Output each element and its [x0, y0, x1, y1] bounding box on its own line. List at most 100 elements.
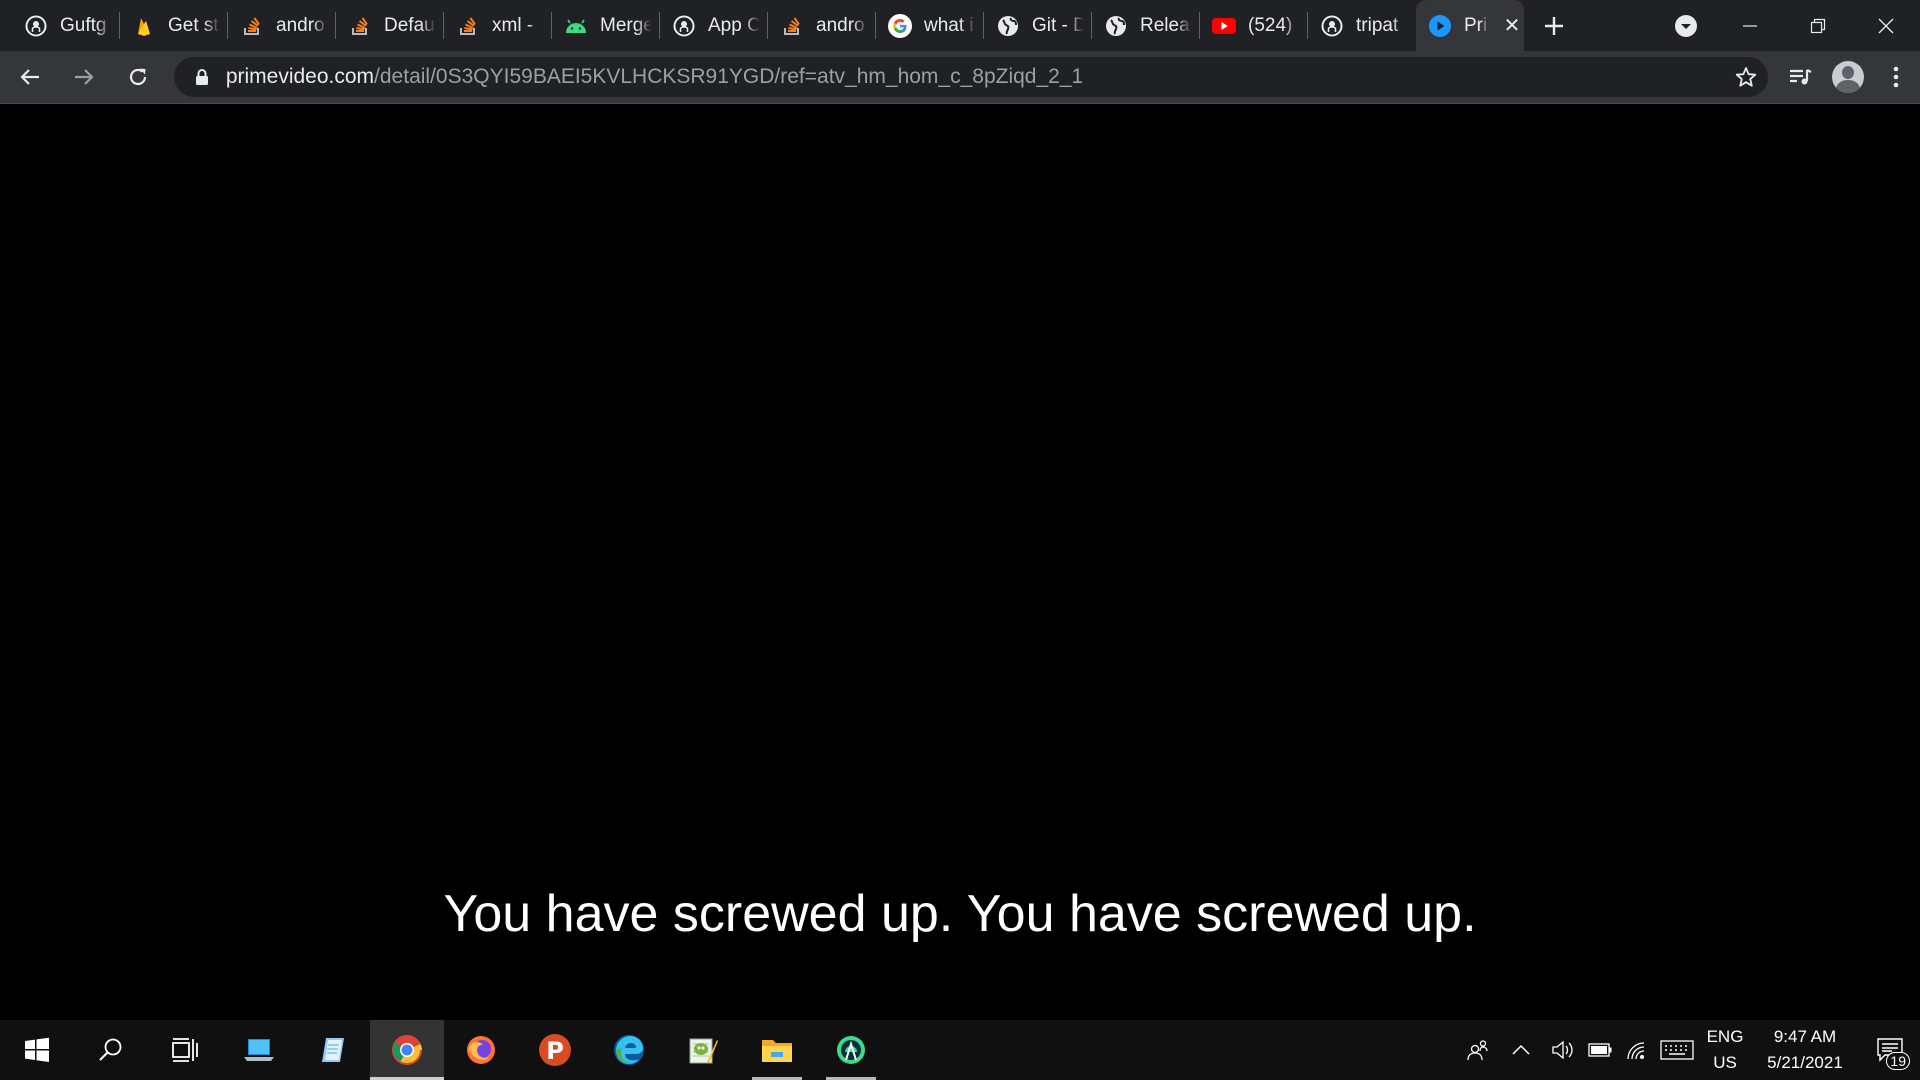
android-icon [564, 14, 588, 38]
url-path: /detail/0S3QYI59BAEI5KVLHCKSR91YGD/ref=a… [374, 65, 1084, 88]
toolbar-actions [1776, 53, 1920, 101]
tab-active[interactable]: Pri ✕ [1416, 0, 1524, 51]
tab[interactable]: xml - [444, 0, 552, 51]
people-button[interactable] [1460, 1020, 1496, 1080]
notepadpp-app[interactable] [666, 1020, 740, 1080]
firebase-icon [132, 14, 156, 38]
arrow-right-icon [74, 69, 94, 85]
reload-icon [129, 68, 146, 86]
tab[interactable]: (524) [1200, 0, 1308, 51]
bookmark-star-icon[interactable] [1724, 66, 1768, 88]
android-studio-app[interactable] [814, 1020, 888, 1080]
tab-title: Defau [384, 14, 435, 36]
forward-button[interactable] [60, 53, 108, 101]
tab[interactable]: Merge [552, 0, 660, 51]
firefox-icon [467, 1036, 495, 1064]
this-pc-app[interactable] [222, 1020, 296, 1080]
browser-toolbar: primevideo.com/detail/0S3QYI59BAEI5KVLHC… [0, 51, 1920, 104]
battery-icon [1588, 1043, 1612, 1057]
task-view-button[interactable] [148, 1020, 222, 1080]
tab-title: Merge [600, 14, 652, 36]
media-control-button[interactable] [1776, 53, 1824, 101]
start-button[interactable] [0, 1020, 74, 1080]
minimize-button[interactable] [1716, 0, 1784, 51]
show-hidden-icons-button[interactable] [1496, 1020, 1546, 1080]
primevideo-icon [1428, 14, 1452, 38]
tab-title: Guftg [60, 14, 107, 36]
github-icon [24, 14, 48, 38]
restore-icon [1810, 18, 1826, 33]
google-icon [888, 13, 912, 38]
laptop-icon [244, 1039, 274, 1061]
input-language[interactable]: ENG US [1700, 1024, 1750, 1076]
stackoverflow-icon [780, 14, 804, 38]
notepad-app[interactable] [296, 1020, 370, 1080]
windows-taskbar: P ENG US 9:47 AM 5/21/2021 19 [0, 1020, 1920, 1080]
reload-button[interactable] [114, 53, 162, 101]
subtitle-caption: You have screwed up. You have screwed up… [443, 885, 1477, 943]
tab-title: tripat [1356, 14, 1399, 36]
touch-keyboard-button[interactable] [1654, 1020, 1700, 1080]
close-window-button[interactable] [1852, 0, 1920, 51]
notepad-icon [322, 1038, 344, 1062]
tab[interactable]: Get st [120, 0, 228, 51]
wifi-icon [1627, 1042, 1645, 1060]
tab-title: App C [708, 14, 760, 36]
clock[interactable]: 9:47 AM 5/21/2021 [1750, 1024, 1860, 1076]
android-studio-icon [837, 1036, 865, 1064]
tab[interactable]: what i [876, 0, 984, 51]
restore-button[interactable] [1784, 0, 1852, 51]
search-button[interactable] [74, 1020, 148, 1080]
lock-icon [192, 68, 212, 86]
tab-list: Guftg Get st andro Defau xml - Merge App… [0, 0, 1524, 51]
tab[interactable]: Releas [1092, 0, 1200, 51]
language-code: ENG [1706, 1027, 1744, 1046]
tab[interactable]: tripat [1308, 0, 1416, 51]
playlist-icon [1789, 69, 1812, 85]
tab-title: Pri [1464, 14, 1488, 36]
globe-icon [996, 14, 1020, 38]
close-icon [1878, 18, 1894, 33]
tab[interactable]: andro [228, 0, 336, 51]
tab-title: andro [276, 14, 325, 36]
tab[interactable]: App C [660, 0, 768, 51]
back-button[interactable] [6, 53, 54, 101]
video-player[interactable]: You have screwed up. You have screwed up… [0, 104, 1920, 1020]
keyboard-icon [1660, 1040, 1694, 1060]
svg-text:P: P [546, 1037, 564, 1065]
minimize-icon [1743, 24, 1757, 27]
chrome-app[interactable] [370, 1020, 444, 1080]
notification-count-badge: 19 [1886, 1052, 1910, 1070]
file-explorer-app[interactable] [740, 1020, 814, 1080]
tab[interactable]: Git - D [984, 0, 1092, 51]
new-tab-button[interactable] [1524, 0, 1584, 51]
volume-button[interactable] [1546, 1020, 1582, 1080]
tab[interactable]: andro [768, 0, 876, 51]
postman-app[interactable]: P [518, 1020, 592, 1080]
edge-icon [614, 1035, 644, 1065]
firefox-app[interactable] [444, 1020, 518, 1080]
chrome-icon [392, 1035, 422, 1065]
tab[interactable]: Defau [336, 0, 444, 51]
system-tray: ENG US 9:47 AM 5/21/2021 19 [1460, 1020, 1920, 1080]
window-controls [1656, 0, 1920, 51]
globe-icon [1104, 14, 1128, 38]
profile-button[interactable] [1824, 53, 1872, 101]
close-tab-icon[interactable]: ✕ [1500, 13, 1524, 38]
menu-button[interactable] [1872, 53, 1920, 101]
address-bar[interactable]: primevideo.com/detail/0S3QYI59BAEI5KVLHC… [173, 57, 1768, 97]
language-region: US [1713, 1053, 1737, 1072]
network-button[interactable] [1618, 1020, 1654, 1080]
edge-app[interactable] [592, 1020, 666, 1080]
url-text[interactable]: primevideo.com/detail/0S3QYI59BAEI5KVLHC… [226, 65, 1083, 89]
tab-title: Get st [168, 14, 219, 36]
more-vertical-icon [1893, 66, 1899, 88]
battery-button[interactable] [1582, 1020, 1618, 1080]
action-center-button[interactable]: 19 [1860, 1020, 1920, 1080]
chevron-up-icon [1512, 1044, 1530, 1055]
youtube-icon [1212, 14, 1236, 38]
windows-logo-icon [25, 1037, 49, 1062]
tab-search-button[interactable] [1656, 14, 1716, 38]
stackoverflow-icon [456, 14, 480, 38]
tab[interactable]: Guftg [12, 0, 120, 51]
